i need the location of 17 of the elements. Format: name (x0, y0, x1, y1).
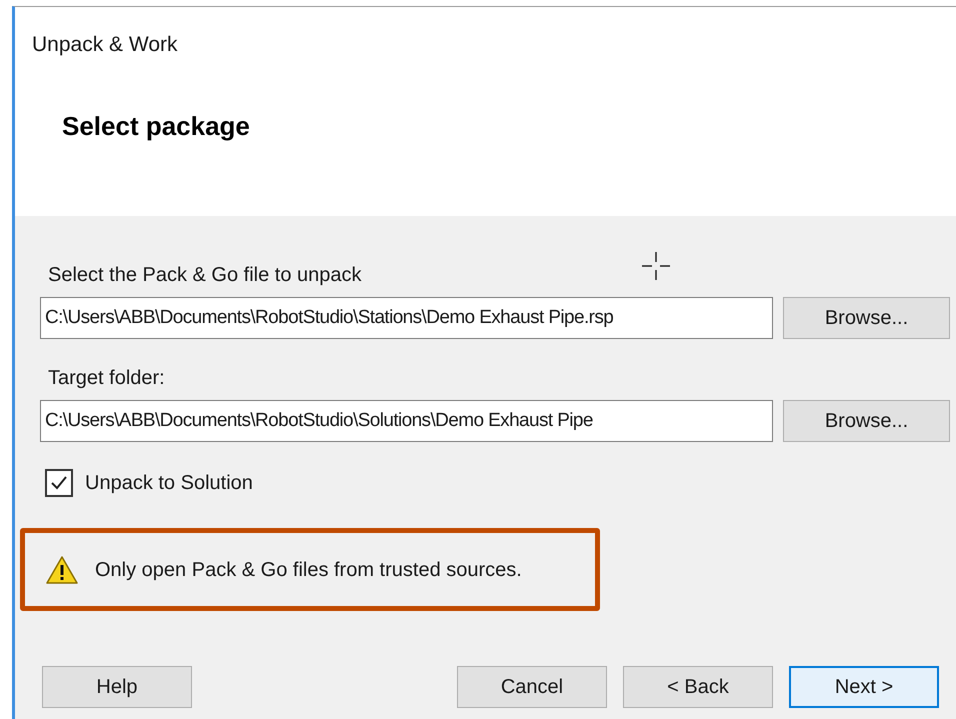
path-field[interactable]: C:\Users\ABB\Documents\RobotStudio\Stations\Demo Exhaust Pipe.rsp (40, 297, 773, 339)
crosshair-cursor-icon (642, 252, 670, 280)
checkbox[interactable] (45, 469, 73, 497)
dialog-button[interactable]: Next > (789, 666, 939, 708)
browse-button[interactable]: Browse... (783, 297, 950, 339)
window-title: Unpack & Work (32, 32, 178, 58)
dialog-button[interactable]: < Back (623, 666, 773, 708)
field-label: Target folder: (48, 366, 165, 391)
dialog-button[interactable]: Cancel (457, 666, 607, 708)
warning-icon (45, 554, 79, 584)
page-heading: Select package (62, 110, 250, 142)
dialog-button[interactable]: Help (42, 666, 192, 708)
checkbox-label: Unpack to Solution (85, 471, 253, 496)
path-field[interactable]: C:\Users\ABB\Documents\RobotStudio\Solutions\Demo Exhaust Pipe (40, 400, 773, 442)
field-label: Select the Pack & Go file to unpack (48, 263, 362, 288)
browse-button[interactable]: Browse... (783, 400, 950, 442)
warning-message: Only open Pack & Go files from trusted sources. (95, 558, 522, 582)
